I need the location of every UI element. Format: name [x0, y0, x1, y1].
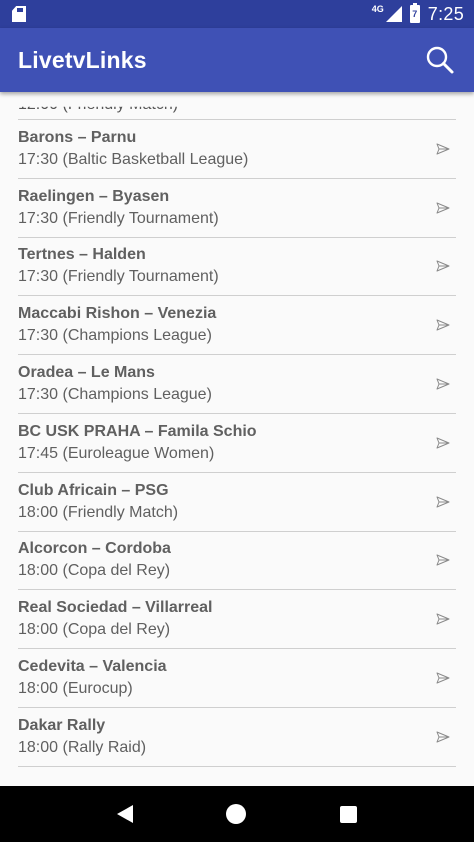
list-item-text: Tertnes – Halden 17:30 (Friendly Tourname… [18, 246, 219, 286]
match-title: Dakar Rally [18, 716, 106, 734]
match-title: Cedevita – Valencia [18, 658, 167, 676]
list-item-text: Barons – Parnu 17:30 (Baltic Basketball L… [18, 129, 248, 169]
status-clock: 7:25 [427, 3, 464, 24]
match-title: Barons – Parnu [18, 128, 137, 146]
send-arrow-shape [436, 260, 450, 272]
list-item[interactable]: Dakar Rally 18:00 (Rally Raid) [18, 708, 456, 767]
send-icon[interactable] [434, 199, 452, 217]
list-item[interactable]: Raelingen – Byasen 17:30 (Friendly Tourna… [18, 179, 456, 238]
match-title: Oradea – Le Mans [18, 364, 155, 382]
list-item-text: Club Africain – PSG 18:00 (Friendly Match… [18, 482, 178, 522]
send-icon[interactable] [434, 375, 452, 393]
sd-card-icon [12, 6, 26, 22]
event-list[interactable]: 12:00 (Friendly Match) Barons – Parnu 17:… [0, 92, 474, 786]
send-icon[interactable] [434, 140, 452, 158]
list-item[interactable]: Club Africain – PSG 18:00 (Friendly Match… [18, 473, 456, 532]
match-time-league: 17:30 (Baltic Basketball League) [18, 150, 249, 168]
send-icon[interactable] [434, 610, 452, 628]
list-item[interactable]: BC USK PRAHA – Famila Schio 17:45 (Eurole… [18, 414, 456, 473]
back-button[interactable] [116, 805, 133, 823]
send-icon[interactable] [434, 551, 452, 569]
send-icon[interactable] [434, 257, 452, 275]
list-item-text: Cedevita – Valencia 18:00 (Eurocup) [18, 658, 167, 698]
signal-icon [385, 6, 402, 22]
send-icon[interactable] [434, 728, 452, 746]
match-title: BC USK PRAHA – Famila Schio [18, 422, 257, 440]
send-arrow-shape [436, 378, 450, 390]
list-item-text: BC USK PRAHA – Famila Schio 17:45 (Eurole… [18, 423, 257, 463]
match-title: Maccabi Rishon – Venezia [18, 305, 217, 323]
send-arrow-shape [436, 554, 450, 566]
list-item-text: Maccabi Rishon – Venezia 17:30 (Champions… [18, 305, 216, 345]
match-time-league: 17:30 (Champions League) [18, 327, 212, 345]
recents-button[interactable] [340, 805, 358, 823]
send-arrow-shape [436, 496, 450, 508]
status-bar: 4G 7 7:25 [0, 0, 474, 28]
match-time-league: 18:00 (Rally Raid) [18, 738, 147, 756]
send-arrow-shape [436, 143, 450, 155]
match-time-league: 17:30 (Champions League) [18, 386, 212, 404]
match-time-league: 17:45 (Euroleague Women) [18, 444, 215, 462]
list-item[interactable]: Tertnes – Halden 17:30 (Friendly Tourname… [18, 238, 456, 297]
match-title: Alcorcon – Cordoba [18, 540, 171, 558]
list-item-text: Oradea – Le Mans 17:30 (Champions League) [18, 364, 212, 404]
list-item[interactable]: Maccabi Rishon – Venezia 17:30 (Champions… [18, 296, 456, 356]
list-item-text: Raelingen – Byasen 17:30 (Friendly Tourna… [18, 188, 219, 228]
send-icon[interactable] [434, 316, 452, 334]
navigation-bar [0, 786, 474, 842]
send-arrow-shape [436, 613, 450, 625]
list-item[interactable]: Cedevita – Valencia 18:00 (Eurocup) [18, 649, 456, 708]
partial-item-text: 12:00 (Friendly Match) [18, 96, 179, 113]
send-arrow-shape [436, 437, 450, 449]
network-type-label: 4G [371, 4, 384, 14]
match-title: Real Sociedad – Villarreal [18, 599, 213, 617]
send-arrow-shape [436, 202, 450, 214]
match-time-league: 18:00 (Copa del Rey) [18, 562, 171, 580]
match-time-league: 18:00 (Eurocup) [18, 680, 133, 698]
send-arrow-shape [436, 672, 450, 684]
match-time-league: 17:30 (Friendly Tournament) [18, 209, 219, 227]
list-item-text: Real Sociedad – Villarreal 18:00 (Copa de… [18, 599, 212, 639]
home-button[interactable] [226, 804, 247, 824]
list-item[interactable]: Real Sociedad – Villarreal 18:00 (Copa de… [18, 590, 456, 650]
battery-level: 7 [412, 9, 418, 19]
send-icon[interactable] [434, 434, 452, 452]
match-title: Raelingen – Byasen [18, 187, 170, 205]
list-item[interactable]: Oradea – Le Mans 17:30 (Champions League) [18, 355, 456, 414]
send-icon[interactable] [434, 669, 452, 687]
list-item[interactable]: Barons – Parnu 17:30 (Baltic Basketball L… [18, 120, 456, 179]
search-icon [426, 46, 454, 74]
send-arrow-shape [436, 731, 450, 743]
list-item-text: Alcorcon – Cordoba 18:00 (Copa del Rey) [18, 540, 171, 580]
app-bar: LivetvLinks [0, 28, 474, 92]
list-item[interactable]: Alcorcon – Cordoba 18:00 (Copa del Rey) [18, 532, 456, 591]
send-icon[interactable] [434, 493, 452, 511]
match-time-league: 17:30 (Friendly Tournament) [18, 268, 219, 286]
search-button[interactable] [422, 42, 458, 78]
list-item-text: Dakar Rally 18:00 (Rally Raid) [18, 717, 146, 757]
battery-icon: 7 [409, 3, 420, 23]
list-item-partial[interactable]: 12:00 (Friendly Match) [18, 92, 456, 120]
match-time-league: 18:00 (Friendly Match) [18, 503, 179, 521]
match-title: Tertnes – Halden [18, 246, 146, 264]
match-title: Club Africain – PSG [18, 481, 169, 499]
match-time-league: 18:00 (Copa del Rey) [18, 621, 171, 639]
send-arrow-shape [436, 319, 450, 331]
app-title: LivetvLinks [18, 46, 147, 73]
